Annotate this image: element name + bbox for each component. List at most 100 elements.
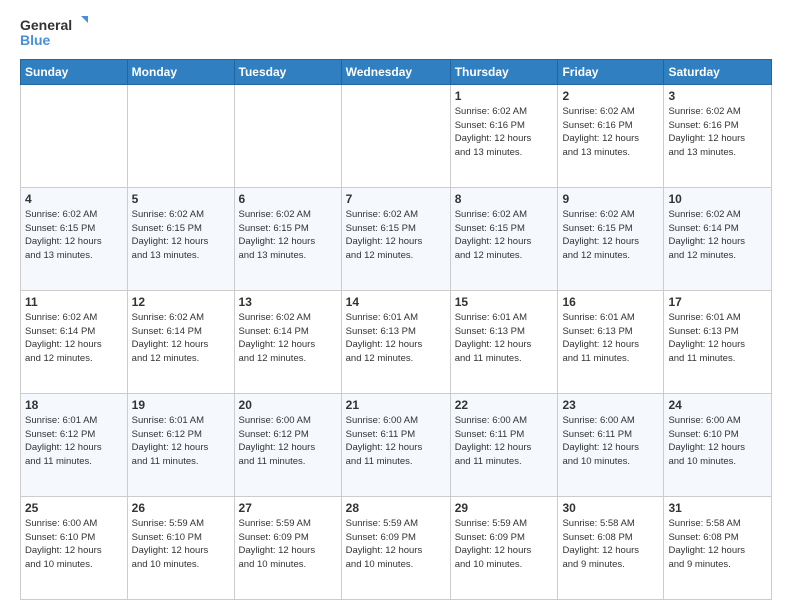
day-cell: 16 Sunrise: 6:01 AM Sunset: 6:13 PM Dayli… (558, 290, 664, 393)
day-cell: 7 Sunrise: 6:02 AM Sunset: 6:15 PM Daylig… (341, 187, 450, 290)
header: General Blue (20, 16, 772, 49)
week-row-5: 25 Sunrise: 6:00 AM Sunset: 6:10 PM Dayli… (21, 496, 772, 599)
day-number: 9 (562, 192, 659, 206)
day-info: Sunrise: 6:01 AM Sunset: 6:13 PM Dayligh… (562, 311, 659, 366)
day-cell: 18 Sunrise: 6:01 AM Sunset: 6:12 PM Dayli… (21, 393, 128, 496)
day-info: Sunrise: 6:01 AM Sunset: 6:12 PM Dayligh… (25, 414, 123, 469)
day-cell: 8Sunrise: 6:02 AM Sunset: 6:15 PM Daylig… (450, 187, 558, 290)
weekday-header-monday: Monday (127, 59, 234, 84)
day-info: Sunrise: 6:02 AM Sunset: 6:16 PM Dayligh… (562, 105, 659, 160)
day-info: Sunrise: 6:00 AM Sunset: 6:11 PM Dayligh… (562, 414, 659, 469)
day-info: Sunrise: 5:58 AM Sunset: 6:08 PM Dayligh… (668, 517, 767, 572)
day-number: 19 (132, 398, 230, 412)
day-number: 20 (239, 398, 337, 412)
day-number: 27 (239, 501, 337, 515)
day-cell: 15 Sunrise: 6:01 AM Sunset: 6:13 PM Dayli… (450, 290, 558, 393)
day-number: 11 (25, 295, 123, 309)
day-cell: 30Sunrise: 5:58 AM Sunset: 6:08 PM Dayli… (558, 496, 664, 599)
day-number: 26 (132, 501, 230, 515)
page: General Blue SundayMondayTuesdayWednesda… (0, 0, 792, 612)
day-cell: 20 Sunrise: 6:00 AM Sunset: 6:12 PM Dayli… (234, 393, 341, 496)
day-number: 28 (346, 501, 446, 515)
logo-blue: Blue (20, 33, 50, 48)
day-info: Sunrise: 5:59 AM Sunset: 6:09 PM Dayligh… (239, 517, 337, 572)
day-cell (21, 84, 128, 187)
day-info: Sunrise: 6:00 AM Sunset: 6:11 PM Dayligh… (455, 414, 554, 469)
day-number: 2 (562, 89, 659, 103)
day-cell: 22 Sunrise: 6:00 AM Sunset: 6:11 PM Dayli… (450, 393, 558, 496)
day-cell (234, 84, 341, 187)
week-row-3: 11 Sunrise: 6:02 AM Sunset: 6:14 PM Dayli… (21, 290, 772, 393)
logo-general: General (20, 16, 88, 33)
day-cell: 19 Sunrise: 6:01 AM Sunset: 6:12 PM Dayli… (127, 393, 234, 496)
day-number: 25 (25, 501, 123, 515)
day-number: 16 (562, 295, 659, 309)
day-number: 4 (25, 192, 123, 206)
day-number: 10 (668, 192, 767, 206)
weekday-header-wednesday: Wednesday (341, 59, 450, 84)
day-cell: 10 Sunrise: 6:02 AM Sunset: 6:14 PM Dayli… (664, 187, 772, 290)
day-info: Sunrise: 6:00 AM Sunset: 6:10 PM Dayligh… (668, 414, 767, 469)
day-number: 6 (239, 192, 337, 206)
day-cell: 27 Sunrise: 5:59 AM Sunset: 6:09 PM Dayli… (234, 496, 341, 599)
day-info: Sunrise: 5:59 AM Sunset: 6:10 PM Dayligh… (132, 517, 230, 572)
day-info: Sunrise: 6:01 AM Sunset: 6:13 PM Dayligh… (668, 311, 767, 366)
day-info: Sunrise: 6:02 AM Sunset: 6:16 PM Dayligh… (455, 105, 554, 160)
day-info: Sunrise: 5:58 AM Sunset: 6:08 PM Dayligh… (562, 517, 659, 572)
day-cell: 23Sunrise: 6:00 AM Sunset: 6:11 PM Dayli… (558, 393, 664, 496)
day-info: Sunrise: 6:01 AM Sunset: 6:12 PM Dayligh… (132, 414, 230, 469)
day-info: Sunrise: 6:01 AM Sunset: 6:13 PM Dayligh… (455, 311, 554, 366)
weekday-header-row: SundayMondayTuesdayWednesdayThursdayFrid… (21, 59, 772, 84)
weekday-header-tuesday: Tuesday (234, 59, 341, 84)
day-cell: 9 Sunrise: 6:02 AM Sunset: 6:15 PM Daylig… (558, 187, 664, 290)
day-number: 13 (239, 295, 337, 309)
day-cell: 11Sunrise: 6:02 AM Sunset: 6:14 PM Dayli… (21, 290, 128, 393)
day-info: Sunrise: 6:00 AM Sunset: 6:12 PM Dayligh… (239, 414, 337, 469)
day-cell: 1 Sunrise: 6:02 AM Sunset: 6:16 PM Daylig… (450, 84, 558, 187)
day-number: 17 (668, 295, 767, 309)
day-cell: 14 Sunrise: 6:01 AM Sunset: 6:13 PM Dayli… (341, 290, 450, 393)
day-cell: 17 Sunrise: 6:01 AM Sunset: 6:13 PM Dayli… (664, 290, 772, 393)
day-cell: 31 Sunrise: 5:58 AM Sunset: 6:08 PM Dayli… (664, 496, 772, 599)
day-number: 29 (455, 501, 554, 515)
day-info: Sunrise: 5:59 AM Sunset: 6:09 PM Dayligh… (346, 517, 446, 572)
day-number: 3 (668, 89, 767, 103)
calendar-table: SundayMondayTuesdayWednesdayThursdayFrid… (20, 59, 772, 600)
day-info: Sunrise: 6:01 AM Sunset: 6:13 PM Dayligh… (346, 311, 446, 366)
day-info: Sunrise: 6:02 AM Sunset: 6:15 PM Dayligh… (562, 208, 659, 263)
weekday-header-saturday: Saturday (664, 59, 772, 84)
day-cell: 26 Sunrise: 5:59 AM Sunset: 6:10 PM Dayli… (127, 496, 234, 599)
day-number: 12 (132, 295, 230, 309)
day-number: 31 (668, 501, 767, 515)
day-number: 18 (25, 398, 123, 412)
day-cell (341, 84, 450, 187)
day-info: Sunrise: 6:02 AM Sunset: 6:14 PM Dayligh… (668, 208, 767, 263)
day-cell: 3Sunrise: 6:02 AM Sunset: 6:16 PM Daylig… (664, 84, 772, 187)
day-number: 22 (455, 398, 554, 412)
day-cell: 13Sunrise: 6:02 AM Sunset: 6:14 PM Dayli… (234, 290, 341, 393)
weekday-header-thursday: Thursday (450, 59, 558, 84)
day-cell (127, 84, 234, 187)
day-info: Sunrise: 6:02 AM Sunset: 6:15 PM Dayligh… (455, 208, 554, 263)
week-row-1: 1 Sunrise: 6:02 AM Sunset: 6:16 PM Daylig… (21, 84, 772, 187)
day-number: 15 (455, 295, 554, 309)
weekday-header-friday: Friday (558, 59, 664, 84)
day-info: Sunrise: 6:00 AM Sunset: 6:10 PM Dayligh… (25, 517, 123, 572)
day-info: Sunrise: 6:02 AM Sunset: 6:15 PM Dayligh… (239, 208, 337, 263)
day-info: Sunrise: 6:02 AM Sunset: 6:14 PM Dayligh… (132, 311, 230, 366)
day-cell: 12 Sunrise: 6:02 AM Sunset: 6:14 PM Dayli… (127, 290, 234, 393)
day-cell: 4 Sunrise: 6:02 AM Sunset: 6:15 PM Daylig… (21, 187, 128, 290)
week-row-4: 18 Sunrise: 6:01 AM Sunset: 6:12 PM Dayli… (21, 393, 772, 496)
day-cell: 24 Sunrise: 6:00 AM Sunset: 6:10 PM Dayli… (664, 393, 772, 496)
day-number: 1 (455, 89, 554, 103)
day-info: Sunrise: 6:02 AM Sunset: 6:15 PM Dayligh… (25, 208, 123, 263)
logo: General Blue (20, 16, 88, 49)
day-cell: 21Sunrise: 6:00 AM Sunset: 6:11 PM Dayli… (341, 393, 450, 496)
day-number: 7 (346, 192, 446, 206)
day-info: Sunrise: 6:02 AM Sunset: 6:15 PM Dayligh… (346, 208, 446, 263)
day-cell: 5Sunrise: 6:02 AM Sunset: 6:15 PM Daylig… (127, 187, 234, 290)
day-number: 14 (346, 295, 446, 309)
day-number: 21 (346, 398, 446, 412)
day-number: 24 (668, 398, 767, 412)
logo-text-block: General Blue (20, 16, 88, 49)
